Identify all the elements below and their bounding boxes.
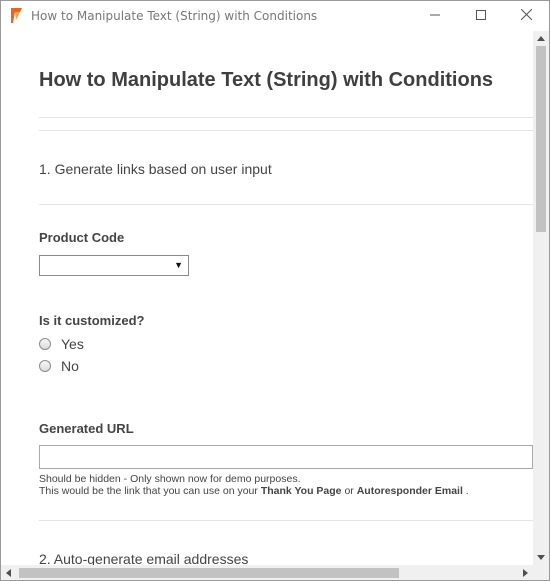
- page-title: How to Manipulate Text (String) with Con…: [39, 69, 494, 91]
- radio-no[interactable]: No: [39, 358, 79, 374]
- thank-you-page-text: Thank You Page: [260, 485, 342, 497]
- close-icon: [520, 7, 532, 25]
- title-bar[interactable]: How to Manipulate Text (String) with Con…: [1, 1, 549, 31]
- maximize-button[interactable]: [458, 1, 504, 31]
- scroll-left-arrow-icon[interactable]: [1, 565, 16, 580]
- minimize-icon: [430, 7, 440, 25]
- radio-yes[interactable]: Yes: [39, 336, 84, 352]
- customized-label: Is it customized?: [39, 313, 145, 328]
- help-text-prefix: This would be the link that you can use …: [39, 485, 261, 497]
- divider: [39, 130, 533, 131]
- close-button[interactable]: [503, 1, 549, 31]
- app-window: How to Manipulate Text (String) with Con…: [0, 0, 550, 581]
- generated-url-label: Generated URL: [39, 421, 134, 436]
- dropdown-arrow-icon: ▼: [174, 260, 183, 270]
- scrollbar-corner: [533, 565, 549, 580]
- maximize-icon: [476, 7, 486, 25]
- radio-label-yes: Yes: [61, 336, 84, 352]
- window-title: How to Manipulate Text (String) with Con…: [31, 9, 318, 23]
- help-text-suffix: .: [462, 485, 469, 497]
- help-text-or: or: [341, 485, 357, 497]
- divider: [39, 117, 533, 118]
- horizontal-scrollbar[interactable]: [1, 565, 533, 580]
- product-code-select[interactable]: ▼: [39, 255, 189, 276]
- app-logo-icon: [10, 8, 22, 24]
- divider: [39, 204, 533, 205]
- minimize-button[interactable]: [412, 1, 458, 31]
- scroll-right-arrow-icon[interactable]: [518, 565, 533, 580]
- radio-button-yes[interactable]: [39, 338, 51, 350]
- vertical-scroll-thumb[interactable]: [536, 46, 546, 232]
- scroll-down-arrow-icon[interactable]: [533, 550, 549, 565]
- help-text-hidden: Should be hidden - Only shown now for de…: [39, 473, 301, 485]
- vertical-scrollbar[interactable]: [533, 31, 549, 565]
- radio-button-no[interactable]: [39, 360, 51, 372]
- section-heading-links: 1. Generate links based on user input: [39, 161, 272, 177]
- radio-label-no: No: [61, 358, 79, 374]
- section-heading-emails: 2. Auto-generate email addresses: [39, 551, 249, 565]
- scroll-up-arrow-icon[interactable]: [533, 31, 549, 46]
- help-text-usage: This would be the link that you can use …: [39, 485, 469, 497]
- page-content: How to Manipulate Text (String) with Con…: [1, 31, 533, 565]
- generated-url-input[interactable]: [39, 445, 533, 469]
- divider: [39, 520, 533, 521]
- autoresponder-email-text: Autoresponder Email: [356, 485, 463, 497]
- product-code-label: Product Code: [39, 230, 125, 245]
- horizontal-scroll-thumb[interactable]: [19, 568, 399, 578]
